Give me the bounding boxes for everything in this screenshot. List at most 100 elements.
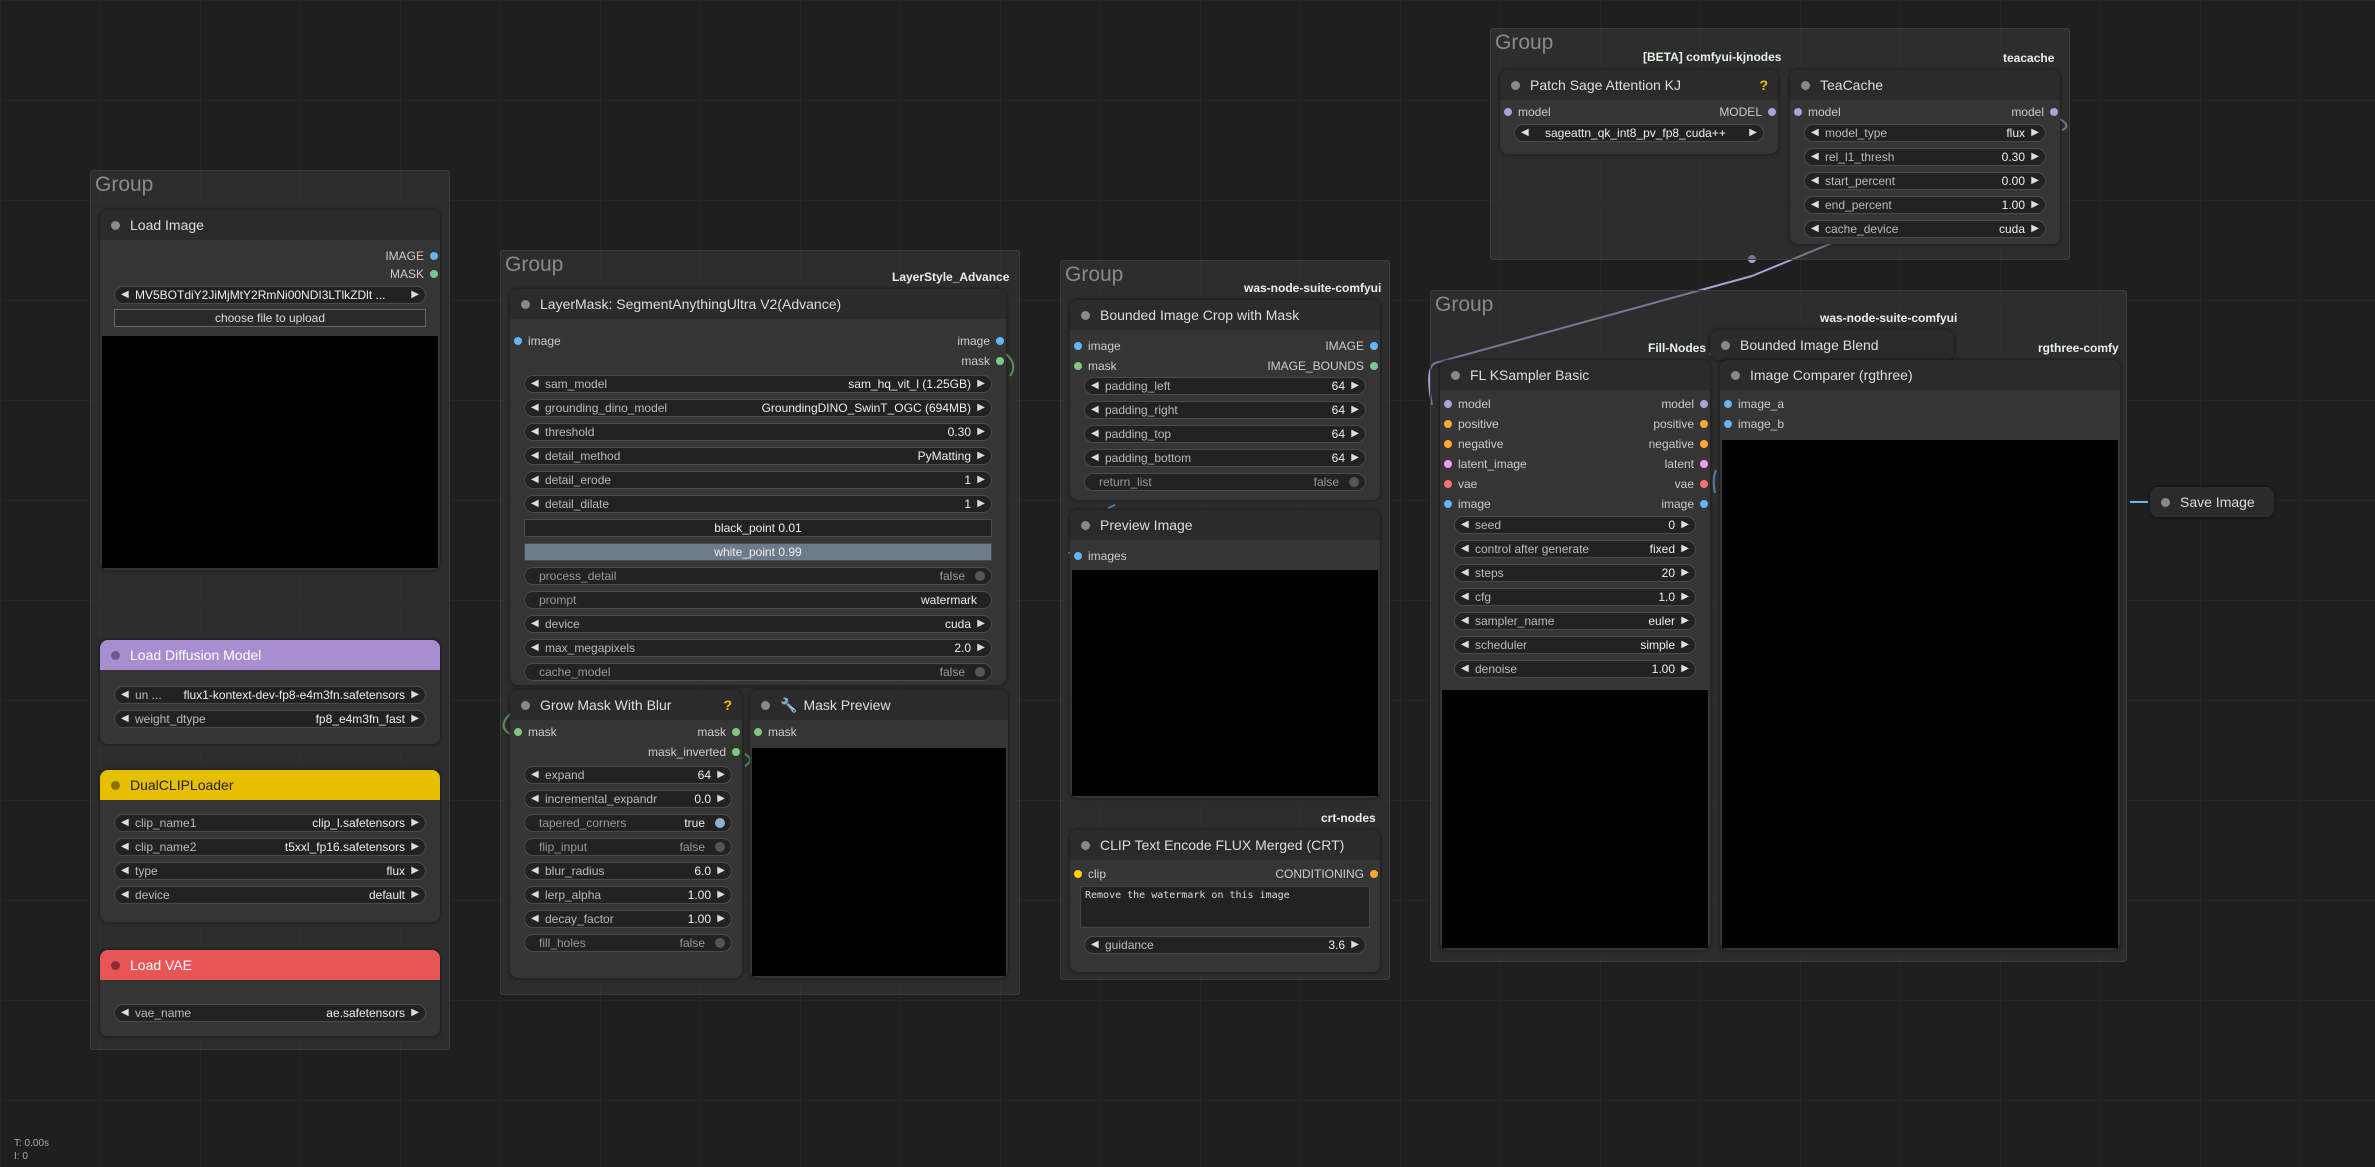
combo-image-file[interactable]: ◀ MV5BOTdiY2JiMjMtY2RmNi00NDI3LTlkZDlt ..… <box>114 286 426 304</box>
number-guidance[interactable]: ◀ guidance 3.6 ▶ <box>1084 936 1366 954</box>
port-dot-icon[interactable] <box>996 357 1004 365</box>
arrow-right-icon[interactable]: ▶ <box>977 472 985 488</box>
arrow-left-icon[interactable]: ◀ <box>1811 197 1819 213</box>
port-dot-icon[interactable] <box>732 728 740 736</box>
arrow-left-icon[interactable]: ◀ <box>1091 378 1099 394</box>
arrow-left-icon[interactable]: ◀ <box>1521 125 1529 141</box>
collapse-dot-icon[interactable] <box>521 300 530 309</box>
arrow-right-icon[interactable]: ▶ <box>1681 613 1689 629</box>
arrow-right-icon[interactable]: ▶ <box>977 424 985 440</box>
number-threshold[interactable]: ◀ threshold 0.30 ▶ <box>524 423 992 441</box>
node-dualcliploader[interactable]: DualCLIPLoader ◀ clip_name1 clip_l.safeten… <box>100 770 440 922</box>
node-load-diffusion-model[interactable]: Load Diffusion Model ◀ un ... flux1-kontex… <box>100 640 440 744</box>
output-conditioning[interactable]: CONDITIONING <box>1275 866 1380 882</box>
port-dot-icon[interactable] <box>430 270 438 278</box>
arrow-left-icon[interactable]: ◀ <box>531 640 539 656</box>
arrow-right-icon[interactable]: ▶ <box>1351 402 1359 418</box>
node-fl-ksampler-basic[interactable]: FL KSampler Basic model model positive p… <box>1440 360 1710 950</box>
combo-device[interactable]: ◀ device cuda ▶ <box>524 615 992 633</box>
arrow-left-icon[interactable]: ◀ <box>531 791 539 807</box>
port-dot-icon[interactable] <box>1504 108 1512 116</box>
combo-weight-dtype[interactable]: ◀ weight_dtype fp8_e4m3fn_fast ▶ <box>114 710 426 728</box>
number-rel-l1-thresh[interactable]: ◀ rel_l1_thresh 0.30 ▶ <box>1804 148 2046 166</box>
node-image-comparer[interactable]: Image Comparer (rgthree) image_a image_b <box>1720 360 2120 950</box>
arrow-right-icon[interactable]: ▶ <box>1351 450 1359 466</box>
combo-control-after-generate[interactable]: ◀ control after generate fixed ▶ <box>1454 540 1696 558</box>
collapse-dot-icon[interactable] <box>521 701 530 710</box>
arrow-left-icon[interactable]: ◀ <box>1461 589 1469 605</box>
number-detail-erode[interactable]: ◀ detail_erode 1 ▶ <box>524 471 992 489</box>
node-patch-sage-attention[interactable]: Patch Sage Attention KJ? model MODEL ◀ sa… <box>1500 70 1778 154</box>
combo-model-type[interactable]: ◀ model_type flux ▶ <box>1804 124 2046 142</box>
output-vae[interactable]: vae <box>1675 476 1710 492</box>
node-title[interactable]: DualCLIPLoader <box>100 770 440 800</box>
node-title[interactable]: FL KSampler Basic <box>1440 360 1710 390</box>
port-dot-icon[interactable] <box>1444 440 1452 448</box>
output-image-bounds[interactable]: IMAGE_BOUNDS <box>1267 358 1380 374</box>
number-lerp-alpha[interactable]: ◀ lerp_alpha 1.00 ▶ <box>524 886 732 904</box>
collapse-dot-icon[interactable] <box>1511 81 1520 90</box>
input-images[interactable]: images <box>1072 548 1127 564</box>
combo-type[interactable]: ◀ type flux ▶ <box>114 862 426 880</box>
arrow-left-icon[interactable]: ◀ <box>121 815 129 831</box>
port-dot-icon[interactable] <box>1724 400 1732 408</box>
input-latent-image[interactable]: latent_image <box>1442 456 1527 472</box>
input-negative[interactable]: negative <box>1442 436 1503 452</box>
number-blur-radius[interactable]: ◀ blur_radius 6.0 ▶ <box>524 862 732 880</box>
node-title[interactable]: CLIP Text Encode FLUX Merged (CRT) <box>1070 830 1380 860</box>
arrow-right-icon[interactable]: ▶ <box>977 616 985 632</box>
port-dot-icon[interactable] <box>1370 362 1378 370</box>
number-detail-dilate[interactable]: ◀ detail_dilate 1 ▶ <box>524 495 992 513</box>
arrow-left-icon[interactable]: ◀ <box>531 448 539 464</box>
arrow-right-icon[interactable]: ▶ <box>717 887 725 903</box>
arrow-right-icon[interactable]: ▶ <box>411 839 419 855</box>
number-steps[interactable]: ◀ steps 20 ▶ <box>1454 564 1696 582</box>
collapse-dot-icon[interactable] <box>1721 341 1730 350</box>
output-image[interactable]: IMAGE <box>1325 338 1380 354</box>
input-vae[interactable]: vae <box>1442 476 1477 492</box>
arrow-right-icon[interactable]: ▶ <box>411 863 419 879</box>
arrow-right-icon[interactable]: ▶ <box>411 287 419 303</box>
arrow-right-icon[interactable]: ▶ <box>2031 173 2039 189</box>
port-dot-icon[interactable] <box>1444 460 1452 468</box>
combo-clip-name1[interactable]: ◀ clip_name1 clip_l.safetensors ▶ <box>114 814 426 832</box>
arrow-left-icon[interactable]: ◀ <box>1811 149 1819 165</box>
arrow-left-icon[interactable]: ◀ <box>121 287 129 303</box>
node-title[interactable]: Preview Image <box>1070 510 1380 540</box>
combo-sam-model[interactable]: ◀ sam_model sam_hq_vit_l (1.25GB) ▶ <box>524 375 992 393</box>
node-load-vae[interactable]: Load VAE ◀ vae_name ae.safetensors ▶ <box>100 950 440 1036</box>
port-dot-icon[interactable] <box>1074 552 1082 560</box>
input-image[interactable]: image <box>1072 338 1121 354</box>
prompt-textarea[interactable]: Remove the watermark on this image <box>1080 886 1370 928</box>
toggle-flip-input[interactable]: flip_input false <box>524 838 732 856</box>
arrow-left-icon[interactable]: ◀ <box>531 424 539 440</box>
output-negative[interactable]: negative <box>1649 436 1710 452</box>
node-title[interactable]: Load VAE <box>100 950 440 980</box>
arrow-left-icon[interactable]: ◀ <box>1461 661 1469 677</box>
number-padding-top[interactable]: ◀ padding_top 64 ▶ <box>1084 425 1366 443</box>
number-padding-left[interactable]: ◀ padding_left 64 ▶ <box>1084 377 1366 395</box>
slider-white-point[interactable]: white_point 0.99 <box>524 543 992 561</box>
arrow-left-icon[interactable]: ◀ <box>1461 613 1469 629</box>
arrow-right-icon[interactable]: ▶ <box>1681 517 1689 533</box>
combo-clip-name2[interactable]: ◀ clip_name2 t5xxl_fp16.safetensors ▶ <box>114 838 426 856</box>
arrow-right-icon[interactable]: ▶ <box>977 376 985 392</box>
arrow-left-icon[interactable]: ◀ <box>1811 173 1819 189</box>
number-max-megapixels[interactable]: ◀ max_megapixels 2.0 ▶ <box>524 639 992 657</box>
node-bounded-image-blend[interactable]: Bounded Image Blend <box>1710 330 1954 360</box>
input-clip[interactable]: clip <box>1072 866 1106 882</box>
arrow-left-icon[interactable]: ◀ <box>121 711 129 727</box>
output-image[interactable]: image <box>1661 496 1710 512</box>
number-denoise[interactable]: ◀ denoise 1.00 ▶ <box>1454 660 1696 678</box>
port-dot-icon[interactable] <box>514 337 522 345</box>
input-mask[interactable]: mask <box>512 724 557 740</box>
help-icon[interactable]: ? <box>723 690 732 720</box>
number-incremental-expandrate[interactable]: ◀ incremental_expandr 0.0 ▶ <box>524 790 732 808</box>
arrow-left-icon[interactable]: ◀ <box>531 911 539 927</box>
input-model[interactable]: model <box>1442 396 1491 412</box>
arrow-left-icon[interactable]: ◀ <box>1461 541 1469 557</box>
port-dot-icon[interactable] <box>514 728 522 736</box>
collapse-dot-icon[interactable] <box>111 651 120 660</box>
arrow-right-icon[interactable]: ▶ <box>411 815 419 831</box>
arrow-right-icon[interactable]: ▶ <box>2031 197 2039 213</box>
